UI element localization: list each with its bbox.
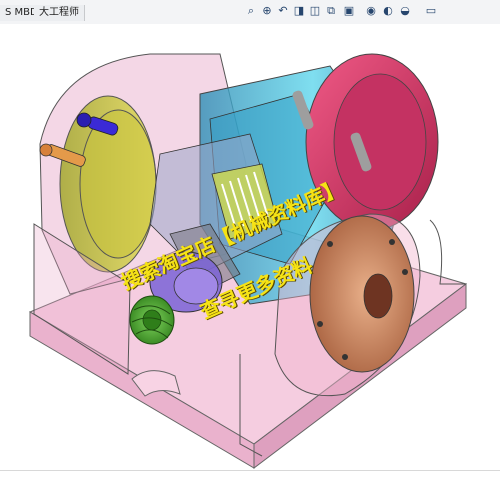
hide-show-items-icon[interactable]: ◉ [364,4,378,18]
tab-engineer[interactable]: 大工程师 [34,5,85,21]
edit-appearance-icon[interactable]: ◐ [381,4,395,18]
zoom-to-fit-icon[interactable]: ⌕ [244,4,258,18]
zoom-to-area-icon[interactable]: ⊕ [260,4,274,18]
section-view-icon[interactable]: ◨ [292,4,306,18]
cad-window: S MBD 大工程师 ⌕ ⊕ ↶ ◨ ◫ ⧉ ▣ ◉ ◐ ◒ ▭ 搜索淘宝店【机… [0,0,500,500]
apply-scene-icon[interactable]: ◒ [398,4,412,18]
dynamic-annotation-icon[interactable]: ◫ [308,4,322,18]
top-toolbar: S MBD 大工程师 ⌕ ⊕ ↶ ◨ ◫ ⧉ ▣ ◉ ◐ ◒ ▭ [0,0,500,24]
display-style-icon[interactable]: ▣ [342,4,356,18]
assembly-model [28,53,468,470]
bottom-divider [0,470,500,471]
view-settings-icon[interactable]: ▭ [424,4,438,18]
graphics-area[interactable]: 搜索淘宝店【机械资料库】 查寻更多资料 [0,24,500,500]
view-orientation-icon[interactable]: ⧉ [324,4,338,18]
previous-view-icon[interactable]: ↶ [276,4,290,18]
